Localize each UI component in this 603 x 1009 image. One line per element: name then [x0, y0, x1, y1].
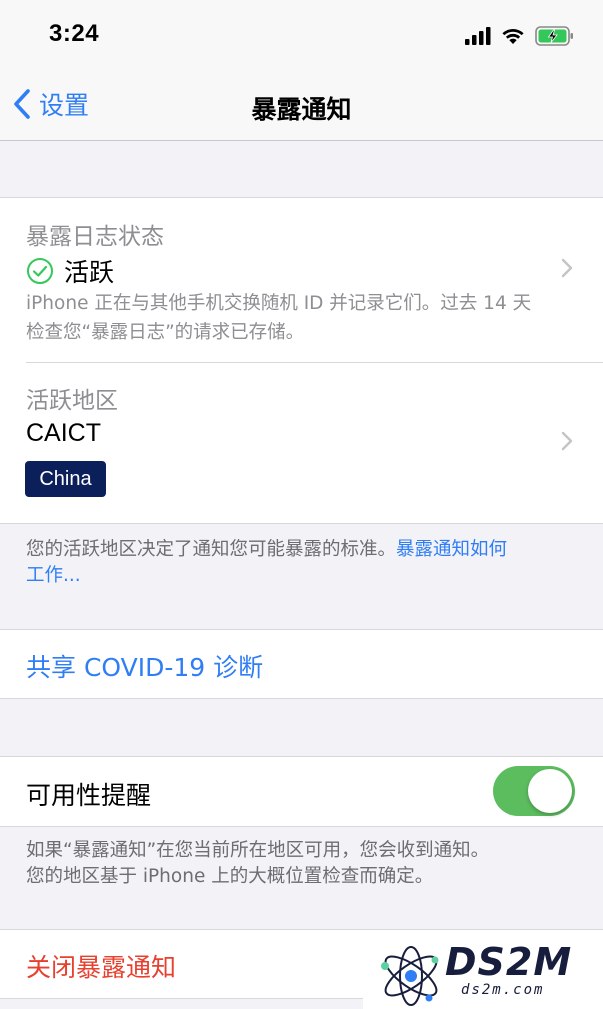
availability-group: 可用性提醒 — [0, 756, 603, 827]
check-circle-icon — [27, 258, 53, 284]
region-badge: China — [25, 461, 106, 497]
availability-note-line1: 如果“暴露通知”在您当前所在地区可用，您会收到通知。 — [26, 840, 490, 861]
share-diagnosis-button[interactable]: 共享 COVID-19 诊断 — [0, 630, 603, 698]
exposure-log-description: iPhone 正在与其他手机交换随机 ID 并记录它们。过去 14 天 检查您“… — [26, 289, 578, 347]
exposure-log-status-value: 活跃 — [64, 258, 115, 287]
availability-alerts-label: 可用性提醒 — [26, 781, 152, 810]
watermark-logo: DS2M ds2m.com — [363, 940, 603, 1009]
exposure-log-status: 活跃 — [26, 253, 114, 289]
how-exposure-works-link-continued[interactable]: 工作... — [26, 565, 81, 586]
status-time: 3:24 — [49, 20, 100, 47]
wifi-icon — [502, 29, 524, 44]
exposure-log-status-cell[interactable]: 暴露日志状态 活跃 iPhone 正在与其他手机交换随机 ID 并记录它们。过去… — [0, 198, 603, 361]
toggle-knob — [528, 769, 572, 813]
page-title: 暴露通知 — [251, 95, 352, 124]
availability-footer-note: 如果“暴露通知”在您当前所在地区可用，您会收到通知。 您的地区基于 iPhone… — [26, 838, 586, 890]
share-diagnosis-label: 共享 COVID-19 诊断 — [26, 653, 264, 682]
availability-alerts-toggle[interactable] — [493, 766, 575, 816]
availability-note-line2: 您的地区基于 iPhone 上的大概位置检查而确定。 — [26, 866, 434, 887]
exposure-log-description-line1: iPhone 正在与其他手机交换随机 ID 并记录它们。过去 14 天 — [26, 293, 532, 314]
active-region-name: CAICT — [26, 419, 101, 447]
exposure-log-status-label: 暴露日志状态 — [26, 224, 164, 250]
status-icons — [465, 26, 575, 46]
exposure-settings-group: 暴露日志状态 活跃 iPhone 正在与其他手机交换随机 ID 并记录它们。过去… — [0, 197, 603, 524]
active-region-cell[interactable]: 活跃地区 CAICT China — [0, 363, 603, 523]
watermark-subtitle: ds2m.com — [461, 982, 545, 998]
region-note-text: 您的活跃地区决定了通知您可能暴露的标准。 — [26, 539, 397, 560]
battery-charging-icon — [535, 26, 573, 46]
share-diagnosis-group: 共享 COVID-19 诊断 — [0, 629, 603, 699]
cellular-signal-icon — [465, 27, 491, 45]
chevron-right-icon — [561, 431, 573, 451]
chevron-right-icon — [561, 258, 573, 278]
how-exposure-works-link[interactable]: 暴露通知如何 — [396, 539, 507, 560]
atom-logo-icon — [381, 946, 439, 1006]
active-region-label: 活跃地区 — [26, 388, 118, 414]
exposure-log-description-line2: 检查您“暴露日志”的请求已存储。 — [26, 322, 305, 343]
turn-off-exposure-label: 关闭暴露通知 — [26, 953, 177, 982]
navigation-bar: 设置 暴露通知 — [0, 72, 603, 141]
region-footer-note: 您的活跃地区决定了通知您可能暴露的标准。暴露通知如何工作... — [26, 537, 586, 589]
watermark-title: DS2M — [445, 940, 573, 984]
status-bar: 3:24 — [0, 0, 603, 72]
